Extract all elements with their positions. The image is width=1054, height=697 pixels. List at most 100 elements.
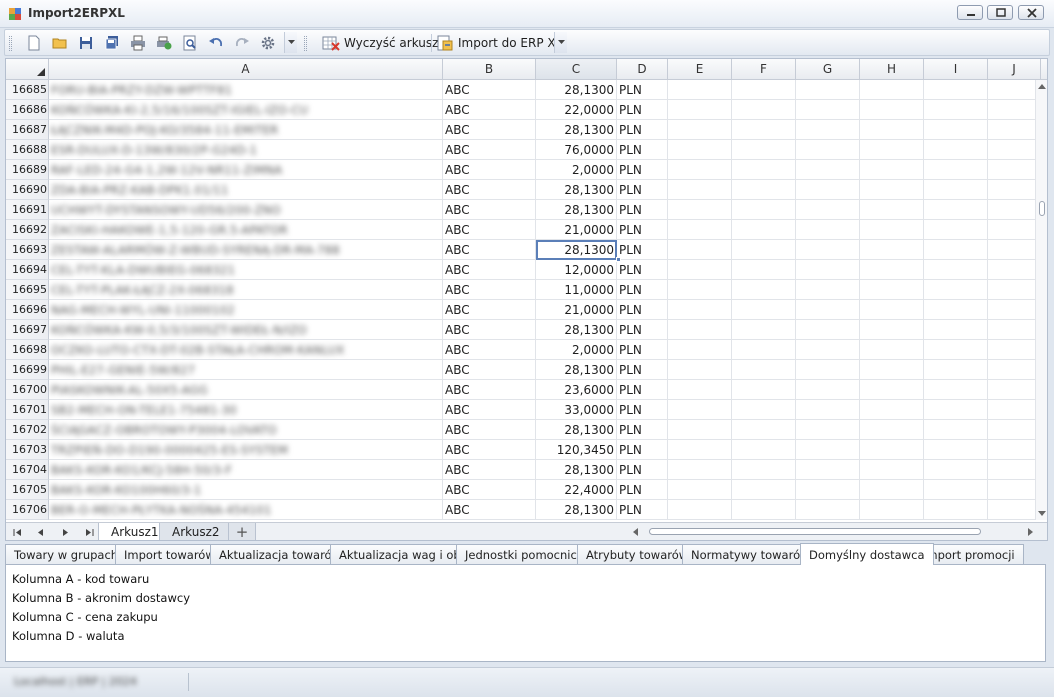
cell-f[interactable] xyxy=(732,440,796,460)
cell-a[interactable]: TRZPIEŃ-DO-D190-0000425-ES-SYSTEM xyxy=(49,440,443,460)
row-header[interactable]: 16699 xyxy=(6,360,49,380)
cell-h[interactable] xyxy=(860,380,924,400)
cell-f[interactable] xyxy=(732,160,796,180)
import-erp-button[interactable]: Import do ERP XL xyxy=(433,33,565,53)
cell-f[interactable] xyxy=(732,380,796,400)
horizontal-scrollbar[interactable] xyxy=(629,526,1037,539)
cell-j[interactable] xyxy=(988,460,1041,480)
quick-print-button[interactable] xyxy=(153,33,175,53)
cell-a[interactable]: KOŃCÓWKA-KW-0,5/3/100SZT-WIDEŁ-N/IZO xyxy=(49,320,443,340)
cell-b[interactable]: ABC xyxy=(443,220,536,240)
row-header[interactable]: 16694 xyxy=(6,260,49,280)
row-header[interactable]: 16703 xyxy=(6,440,49,460)
cell-a[interactable]: PHIL-E27-GENIE-5W/827 xyxy=(49,360,443,380)
cell-i[interactable] xyxy=(924,260,988,280)
settings-button[interactable] xyxy=(257,33,279,53)
column-header-f[interactable]: F xyxy=(732,59,796,79)
cell-f[interactable] xyxy=(732,500,796,520)
cell-c[interactable]: 28,1300 xyxy=(536,500,617,520)
cell-g[interactable] xyxy=(796,320,860,340)
column-header-h[interactable]: H xyxy=(860,59,924,79)
cell-e[interactable] xyxy=(668,140,732,160)
cell-e[interactable] xyxy=(668,300,732,320)
row-header[interactable]: 16691 xyxy=(6,200,49,220)
cell-e[interactable] xyxy=(668,160,732,180)
cell-h[interactable] xyxy=(860,240,924,260)
cell-b[interactable]: ABC xyxy=(443,300,536,320)
cell-d[interactable]: PLN xyxy=(617,200,668,220)
column-header-a[interactable]: A xyxy=(49,59,443,79)
cell-a[interactable]: BAKS-KOR-KO1/KCJ-58H-50/3-F xyxy=(49,460,443,480)
cell-c[interactable]: 76,0000 xyxy=(536,140,617,160)
cell-e[interactable] xyxy=(668,100,732,120)
cell-e[interactable] xyxy=(668,360,732,380)
cell-d[interactable]: PLN xyxy=(617,480,668,500)
cell-j[interactable] xyxy=(988,180,1041,200)
cell-d[interactable]: PLN xyxy=(617,160,668,180)
cell-i[interactable] xyxy=(924,280,988,300)
cell-a[interactable]: NAG-MECH-WYL-UNI-11000102 xyxy=(49,300,443,320)
cell-j[interactable] xyxy=(988,440,1041,460)
cell-c[interactable]: 22,0000 xyxy=(536,100,617,120)
cell-c[interactable]: 21,0000 xyxy=(536,300,617,320)
tab-aktualizacja-wag[interactable]: Aktualizacja wag i obj. xyxy=(330,544,477,565)
vertical-scroll-thumb[interactable] xyxy=(1039,201,1045,216)
cell-d[interactable]: PLN xyxy=(617,80,668,100)
cell-e[interactable] xyxy=(668,280,732,300)
toolbar-grip[interactable] xyxy=(9,36,12,51)
tab-import-towarow[interactable]: Import towarów xyxy=(115,544,224,565)
cell-j[interactable] xyxy=(988,240,1041,260)
cell-i[interactable] xyxy=(924,420,988,440)
cell-j[interactable] xyxy=(988,500,1041,520)
cell-e[interactable] xyxy=(668,420,732,440)
cell-h[interactable] xyxy=(860,320,924,340)
cell-g[interactable] xyxy=(796,80,860,100)
spreadsheet[interactable]: A B C D E F G H I J 16685 FORU-BIA-PRZY-D… xyxy=(5,58,1048,541)
column-header-b[interactable]: B xyxy=(443,59,536,79)
cell-h[interactable] xyxy=(860,260,924,280)
cell-b[interactable]: ABC xyxy=(443,400,536,420)
row-header[interactable]: 16702 xyxy=(6,420,49,440)
cell-a[interactable]: UCHWYT-DYSTANSOWY-UD56/200-ZNO xyxy=(49,200,443,220)
cell-i[interactable] xyxy=(924,140,988,160)
open-button[interactable] xyxy=(49,33,71,53)
cell-i[interactable] xyxy=(924,180,988,200)
cell-d[interactable]: PLN xyxy=(617,400,668,420)
column-header-c[interactable]: C xyxy=(536,59,617,79)
cell-i[interactable] xyxy=(924,80,988,100)
cell-i[interactable] xyxy=(924,340,988,360)
cell-e[interactable] xyxy=(668,500,732,520)
cell-e[interactable] xyxy=(668,320,732,340)
cell-j[interactable] xyxy=(988,80,1041,100)
cell-h[interactable] xyxy=(860,340,924,360)
cell-j[interactable] xyxy=(988,280,1041,300)
cell-e[interactable] xyxy=(668,340,732,360)
cell-d[interactable]: PLN xyxy=(617,360,668,380)
cell-a[interactable]: ZESTAW-ALARMÓW-Z-WBUD-SYRENĄ-DR-MA-788 xyxy=(49,240,443,260)
cell-g[interactable] xyxy=(796,160,860,180)
cell-e[interactable] xyxy=(668,260,732,280)
column-header-g[interactable]: G xyxy=(796,59,860,79)
cell-d[interactable]: PLN xyxy=(617,340,668,360)
cell-e[interactable] xyxy=(668,460,732,480)
cell-d[interactable]: PLN xyxy=(617,440,668,460)
fill-handle[interactable] xyxy=(616,257,621,262)
cell-g[interactable] xyxy=(796,220,860,240)
cell-c[interactable]: 12,0000 xyxy=(536,260,617,280)
tab-aktualizacja-towarow[interactable]: Aktualizacja towarów xyxy=(210,544,350,565)
column-header-d[interactable]: D xyxy=(617,59,668,79)
toolbar-grip-2[interactable] xyxy=(304,36,307,51)
cell-e[interactable] xyxy=(668,80,732,100)
next-sheet-button[interactable] xyxy=(58,526,72,538)
cell-b[interactable]: ABC xyxy=(443,200,536,220)
cell-f[interactable] xyxy=(732,460,796,480)
cell-b[interactable]: ABC xyxy=(443,280,536,300)
cell-e[interactable] xyxy=(668,180,732,200)
cell-d[interactable]: PLN xyxy=(617,220,668,240)
cell-j[interactable] xyxy=(988,120,1041,140)
cell-d[interactable]: PLN xyxy=(617,500,668,520)
cell-d[interactable]: PLN xyxy=(617,120,668,140)
cell-g[interactable] xyxy=(796,420,860,440)
cell-c[interactable]: 28,1300 xyxy=(536,460,617,480)
cell-f[interactable] xyxy=(732,100,796,120)
